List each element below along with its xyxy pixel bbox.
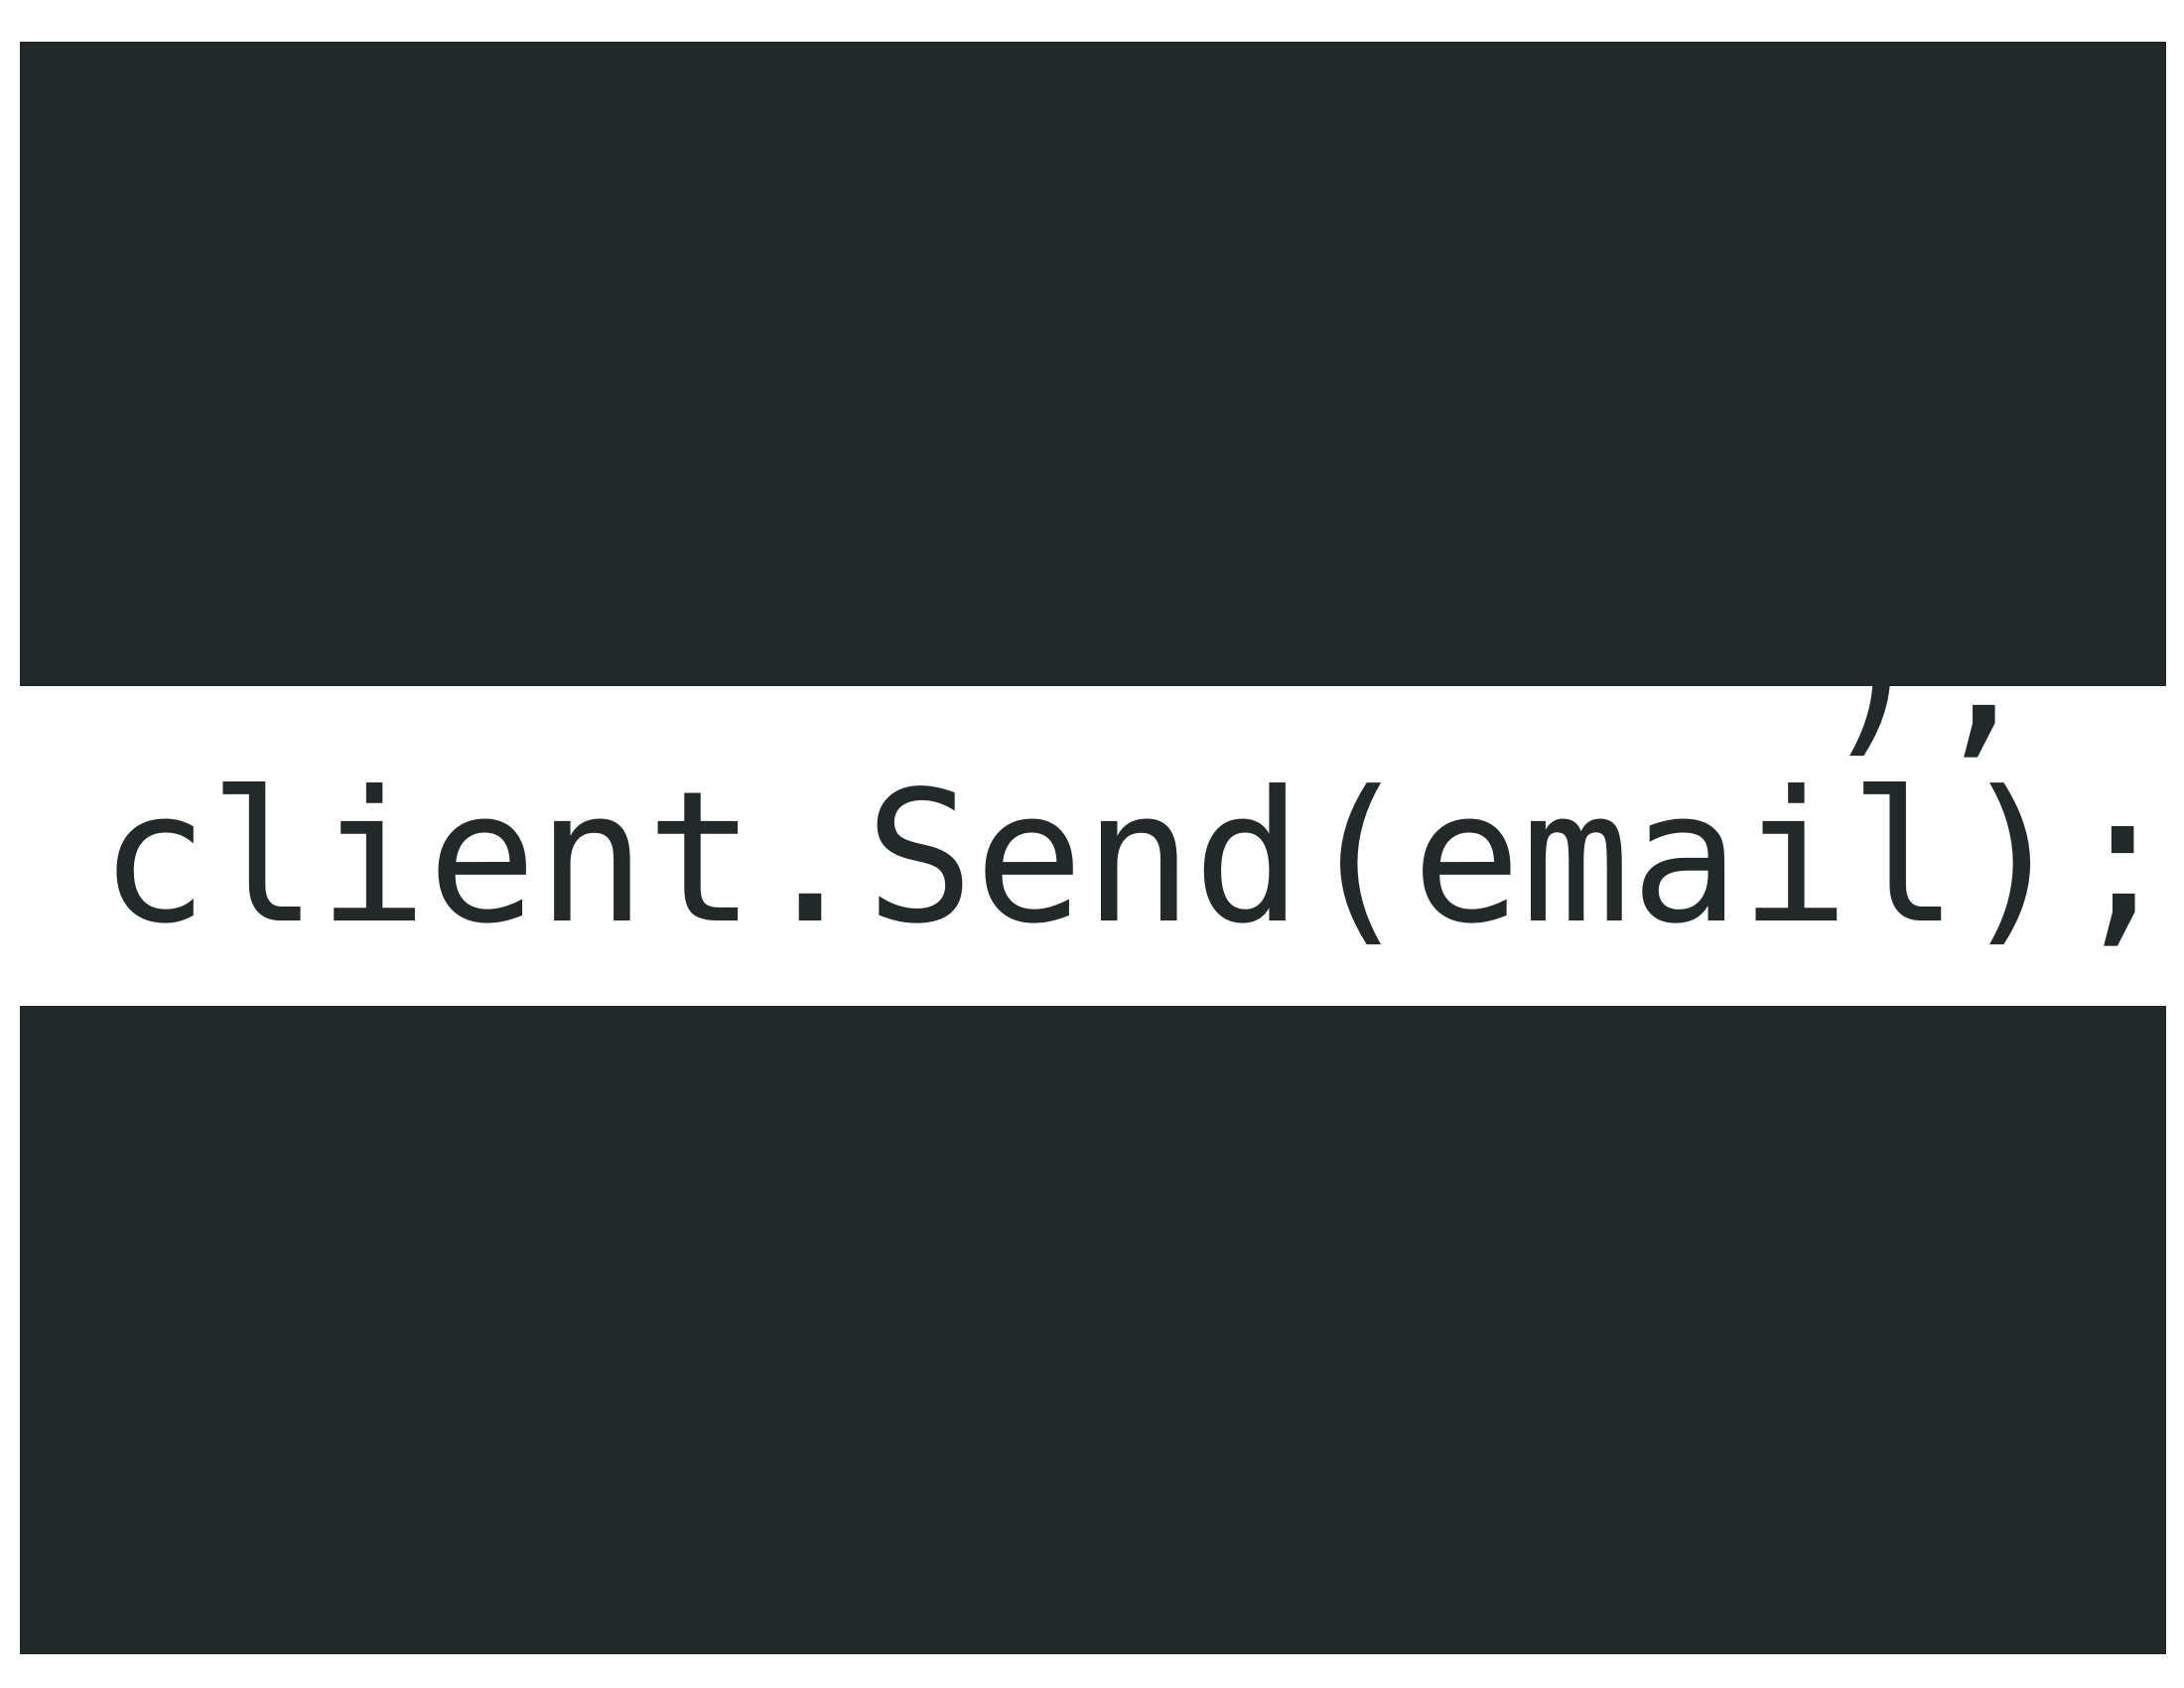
previous-line-fragment: );	[1819, 686, 2037, 761]
code-editor-view: ); client.Send(email);	[20, 42, 2166, 1654]
code-line-text: client.Send(email);	[99, 753, 2166, 964]
highlighted-code-line: ); client.Send(email);	[20, 686, 2166, 1006]
